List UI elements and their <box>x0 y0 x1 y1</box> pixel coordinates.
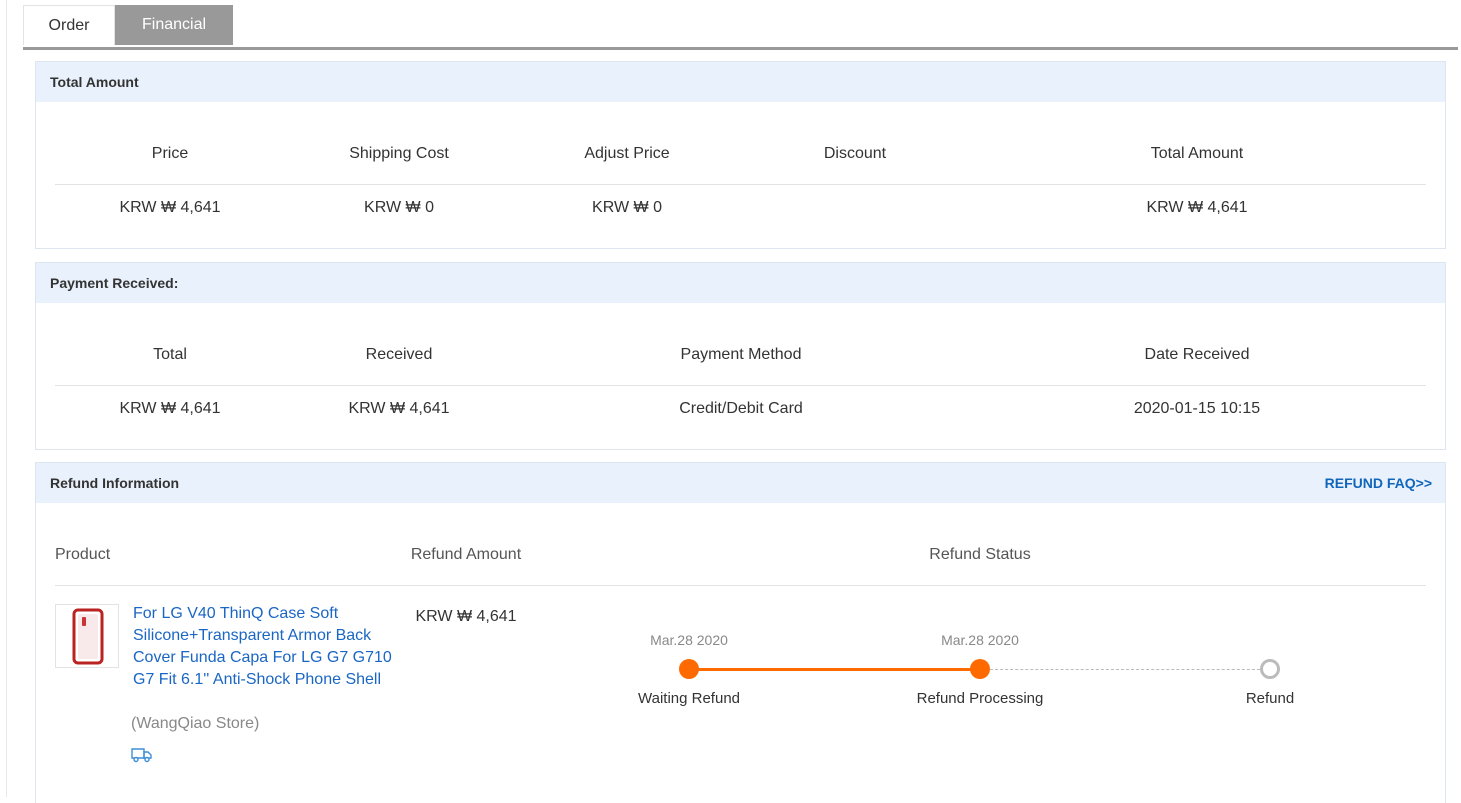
refund-panel: Refund Information REFUND FAQ>> Product … <box>35 462 1446 803</box>
step-2-date: Mar.28 2020 <box>941 632 1019 648</box>
header-product: Product <box>55 546 111 563</box>
header-price: Price <box>151 145 189 162</box>
header-adjust-price: Adjust Price <box>584 145 670 162</box>
step-2-dot <box>970 659 990 679</box>
header-refund-status: Refund Status <box>929 546 1031 563</box>
refund-faq-link[interactable]: REFUND FAQ>> <box>1325 475 1432 491</box>
divider <box>55 184 1426 185</box>
value-price: KRW ₩ 4,641 <box>119 199 221 216</box>
header-received: Received <box>365 346 433 363</box>
value-total-amount: KRW ₩ 4,641 <box>1146 199 1248 216</box>
header-total-amount: Total Amount <box>1150 145 1244 162</box>
value-total: KRW ₩ 4,641 <box>119 400 221 417</box>
header-shipping-cost: Shipping Cost <box>349 145 449 162</box>
panel-header: Total Amount <box>36 62 1445 102</box>
tab-order[interactable]: Order <box>23 5 115 45</box>
tab-bar: Order Financial <box>23 5 1458 50</box>
shipping-truck-icon <box>131 747 153 768</box>
header-discount: Discount <box>823 145 887 162</box>
step-3-dot <box>1260 659 1280 679</box>
divider <box>55 385 1426 386</box>
step-3-label: Refund <box>1245 690 1295 707</box>
header-refund-amount: Refund Amount <box>410 546 522 563</box>
step-1-date: Mar.28 2020 <box>650 632 728 648</box>
panel-title: Payment Received: <box>50 275 179 291</box>
store-name[interactable]: (WangQiao Store) <box>131 715 259 733</box>
panel-header: Payment Received: <box>36 263 1445 303</box>
divider <box>55 585 1426 586</box>
value-received: KRW ₩ 4,641 <box>348 400 450 417</box>
product-name-link[interactable]: For LG V40 ThinQ Case Soft Silicone+Tran… <box>133 603 398 691</box>
product-thumbnail[interactable] <box>55 604 119 668</box>
header-payment-method: Payment Method <box>680 346 802 363</box>
left-border <box>6 0 7 797</box>
panel-title: Total Amount <box>50 74 139 90</box>
refund-amount-value: KRW ₩ 4,641 <box>415 608 517 625</box>
value-adjust-price: KRW ₩ 0 <box>592 199 662 216</box>
panel-header: Refund Information REFUND FAQ>> <box>36 463 1445 503</box>
payment-received-panel: Payment Received: Total Received Payment… <box>35 262 1446 450</box>
progress-bar-pending <box>980 669 1270 670</box>
tab-financial[interactable]: Financial <box>115 5 233 45</box>
value-date-received: 2020-01-15 10:15 <box>1133 400 1261 417</box>
step-1-label: Waiting Refund <box>638 690 740 707</box>
progress-bar-completed <box>689 668 980 671</box>
step-1-dot <box>679 659 699 679</box>
header-total: Total <box>153 346 187 363</box>
total-amount-panel: Total Amount Price Shipping Cost Adjust … <box>35 61 1446 249</box>
value-payment-method: Credit/Debit Card <box>679 400 803 417</box>
panel-title: Refund Information <box>50 475 180 491</box>
header-date-received: Date Received <box>1144 346 1250 363</box>
value-shipping-cost: KRW ₩ 0 <box>364 199 434 216</box>
step-2-label: Refund Processing <box>916 690 1044 707</box>
